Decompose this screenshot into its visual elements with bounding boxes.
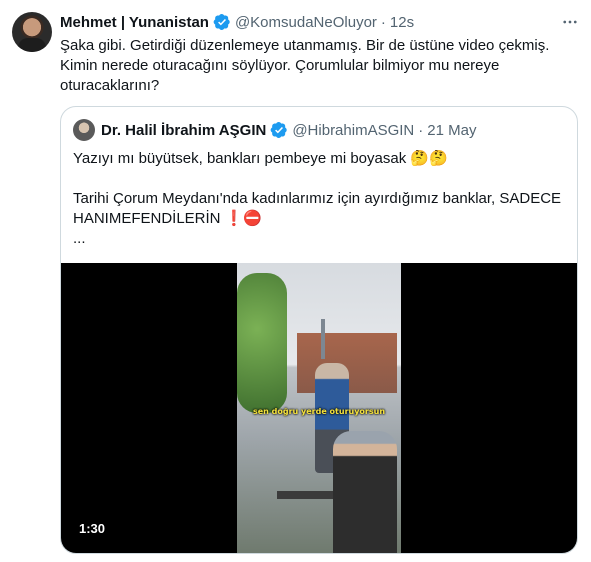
quoted-verified-badge-icon: [270, 121, 288, 139]
timestamp[interactable]: 12s: [390, 14, 414, 31]
quoted-separator-dot: ·: [418, 121, 424, 139]
verified-badge-icon: [213, 13, 231, 31]
quoted-date[interactable]: 21 May: [427, 122, 476, 139]
quoted-text-ellipsis: ...: [73, 230, 86, 247]
handle[interactable]: @KomsudaNeOluyor: [235, 14, 377, 31]
avatar[interactable]: [12, 12, 52, 52]
more-options-button[interactable]: [558, 10, 582, 34]
minaret-shape: [321, 319, 325, 359]
video-caption: sen doğru yerde oturuyorsun: [252, 407, 386, 416]
seated-person-shape: [333, 431, 397, 553]
video-thumbnail[interactable]: sen doğru yerde oturuyorsun: [237, 263, 401, 553]
more-horizontal-icon: [563, 20, 577, 24]
tree-shape: [237, 273, 287, 413]
tweet-text: Şaka gibi. Getirdiği düzenlemeye utanmam…: [60, 37, 550, 94]
quoted-tweet[interactable]: Dr. Halil İbrahim AŞGIN @HibrahimASGIN ·…: [60, 106, 578, 554]
quoted-text-line-2: Tarihi Çorum Meydanı'nda kadınlarımız iç…: [73, 190, 562, 227]
quoted-tweet-text: Yazıyı mı büyütsek, bankları pembeye mi …: [73, 149, 563, 249]
quoted-text-line-1: Yazıyı mı büyütsek, bankları pembeye mi …: [73, 150, 448, 167]
quoted-handle[interactable]: @HibrahimASGIN: [292, 122, 414, 139]
display-name[interactable]: Mehmet | Yunanistan: [60, 14, 209, 31]
quoted-display-name[interactable]: Dr. Halil İbrahim AŞGIN: [101, 122, 266, 139]
quoted-tweet-header: Dr. Halil İbrahim AŞGIN @HibrahimASGIN ·…: [73, 119, 476, 141]
separator-dot: ·: [380, 13, 386, 31]
quoted-avatar[interactable]: [73, 119, 95, 141]
video-player[interactable]: sen doğru yerde oturuyorsun 1:30: [61, 263, 577, 553]
video-duration: 1:30: [73, 519, 112, 538]
tweet-header: Mehmet | Yunanistan @KomsudaNeOluyor · 1…: [60, 12, 414, 32]
